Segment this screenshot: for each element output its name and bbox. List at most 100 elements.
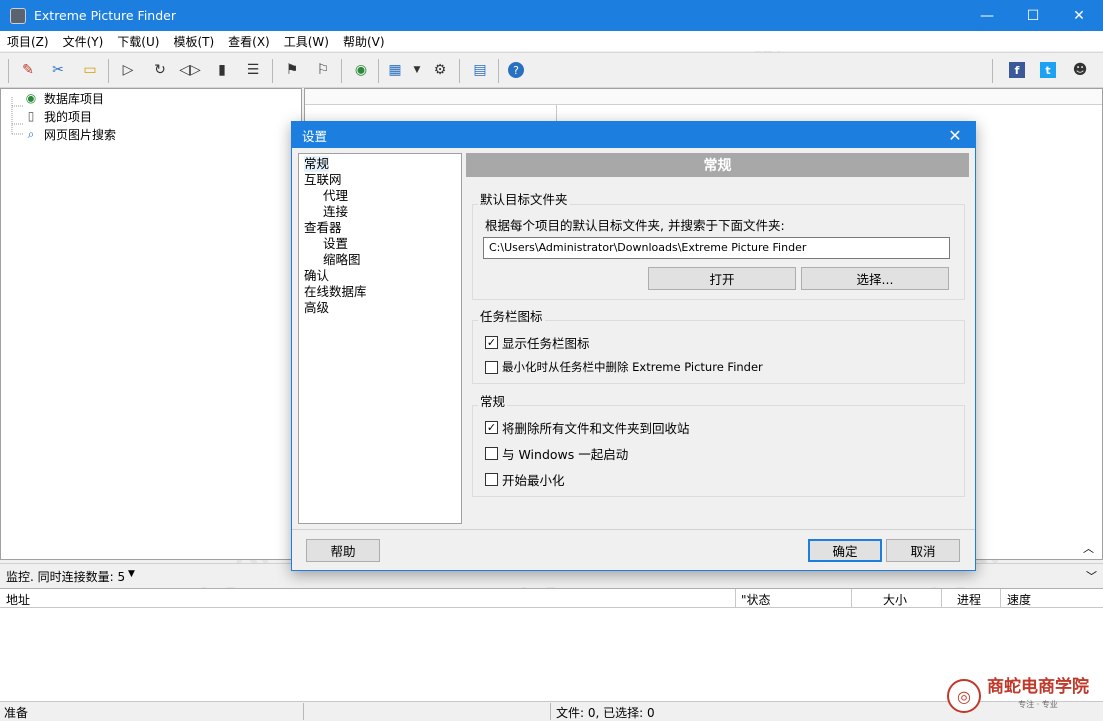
- tree-item-label: 网页图片搜索: [44, 127, 117, 142]
- logo-icon: ◎: [947, 679, 981, 713]
- status-separator: [303, 703, 304, 720]
- tree-item-web-search[interactable]: ⌕ 网页图片搜索: [23, 125, 116, 143]
- folder-description: 根据每个项目的默认目标文件夹, 并搜索于下面文件夹:: [485, 218, 785, 233]
- title-bar: Extreme Picture Finder — ☐ ✕: [0, 0, 1103, 31]
- checkbox-unchecked-icon: [485, 447, 498, 460]
- toolbar-separator: [498, 59, 499, 83]
- gear-icon[interactable]: ⚙: [430, 60, 450, 80]
- ok-button[interactable]: 确定: [808, 539, 882, 562]
- nav-thumbnails[interactable]: 缩略图: [323, 252, 361, 268]
- nav-viewer-settings[interactable]: 设置: [323, 236, 348, 252]
- menu-view[interactable]: 查看(X): [221, 33, 277, 50]
- users-icon[interactable]: ☻: [1070, 60, 1090, 80]
- dropdown-icon[interactable]: ▼: [128, 569, 135, 579]
- menu-download[interactable]: 下载(U): [110, 33, 166, 50]
- app-icon: [10, 7, 26, 24]
- tree-item-label: 我的项目: [44, 109, 93, 124]
- status-text: 准备: [4, 706, 29, 720]
- help-icon[interactable]: ?: [508, 62, 524, 78]
- nav-viewer[interactable]: 查看器: [304, 220, 342, 236]
- stop-icon[interactable]: ▮: [212, 60, 232, 80]
- play-icon[interactable]: ▷: [118, 60, 138, 80]
- column-progress[interactable]: 进程: [957, 591, 981, 608]
- column-separator[interactable]: [941, 589, 942, 609]
- flag-alt-icon[interactable]: ⚐: [313, 60, 333, 80]
- tree-item-label: 数据库项目: [44, 91, 105, 106]
- globe-icon: ◉: [25, 91, 37, 105]
- toolbar-separator: [378, 59, 379, 83]
- chevron-down-icon[interactable]: ﹀: [1086, 568, 1097, 584]
- tree-item-database[interactable]: ◉ 数据库项目: [23, 89, 104, 107]
- toolbar-separator: [108, 59, 109, 83]
- folder-path-input[interactable]: C:\Users\Administrator\Downloads\Extreme…: [483, 237, 950, 259]
- column-separator[interactable]: [1000, 589, 1001, 609]
- dropdown-icon[interactable]: ▼: [407, 60, 427, 80]
- menu-template[interactable]: 模板(T): [166, 33, 221, 50]
- facebook-icon[interactable]: f: [1009, 62, 1025, 78]
- settings-nav: 常规 互联网 代理 连接 查看器 设置 缩略图 确认 在线数据库 高级: [298, 153, 462, 524]
- menu-project[interactable]: 项目(Z): [0, 33, 56, 50]
- menu-help[interactable]: 帮助(V): [336, 33, 392, 50]
- window-title: Extreme Picture Finder: [34, 8, 176, 23]
- monitor-label[interactable]: 监控. 同时连接数量: 5: [6, 568, 125, 585]
- flag-icon[interactable]: ⚑: [282, 60, 302, 80]
- remove-from-taskbar-checkbox[interactable]: 最小化时从任务栏中删除 Extreme Picture Finder: [485, 359, 763, 375]
- close-button[interactable]: ✕: [1056, 0, 1102, 31]
- nav-online-db[interactable]: 在线数据库: [304, 284, 367, 300]
- toolbar-separator: [992, 59, 993, 83]
- nav-proxy[interactable]: 代理: [323, 188, 348, 204]
- close-icon[interactable]: ✕: [943, 123, 967, 147]
- nav-internet[interactable]: 互联网: [304, 172, 342, 188]
- nav-connection[interactable]: 连接: [323, 204, 348, 220]
- comment-icon[interactable]: ▭: [80, 60, 100, 80]
- dialog-separator: [292, 529, 975, 530]
- toolbar: ✎ ✂ ▭ ▷ ↻ ◁▷ ▮ ☰ ⚑ ⚐ ◉ ▦ ▼ ⚙ ▤ ? f t ☻: [0, 52, 1103, 88]
- tree-item-my-projects[interactable]: ▯ 我的项目: [23, 107, 92, 125]
- start-with-windows-checkbox[interactable]: 与 Windows 一起启动: [485, 444, 628, 463]
- list-icon[interactable]: ▤: [470, 60, 490, 80]
- download-grid-header: 地址 "状态 大小 进程 速度: [0, 588, 1103, 609]
- column-address[interactable]: 地址: [6, 591, 30, 608]
- grid-icon[interactable]: ▦: [385, 60, 405, 80]
- search-icon: ⌕: [27, 126, 35, 141]
- dialog-title: 设置: [302, 129, 328, 144]
- tools-icon[interactable]: ✂: [48, 60, 68, 80]
- open-button[interactable]: 打开: [648, 267, 796, 290]
- nav-general[interactable]: 常规: [304, 156, 330, 172]
- toolbar-separator: [459, 59, 460, 83]
- show-taskbar-icon-checkbox[interactable]: ✓ 显示任务栏图标: [485, 333, 590, 352]
- nav-advanced[interactable]: 高级: [304, 300, 329, 316]
- refresh-icon[interactable]: ↻: [150, 60, 170, 80]
- nav-confirm[interactable]: 确认: [304, 268, 329, 284]
- choose-button[interactable]: 选择...: [801, 267, 949, 290]
- column-separator[interactable]: [851, 589, 852, 609]
- download-grid[interactable]: [0, 608, 1103, 701]
- queue-icon[interactable]: ☰: [243, 60, 263, 80]
- logo-text: 商蛇电商学院 专注 · 专业: [987, 677, 1089, 709]
- status-bar: 准备 文件: 0, 已选择: 0: [0, 701, 1103, 720]
- menu-file[interactable]: 文件(Y): [56, 33, 111, 50]
- menu-tools[interactable]: 工具(W): [277, 33, 336, 50]
- column-speed[interactable]: 速度: [1007, 591, 1031, 608]
- column-size[interactable]: 大小: [883, 591, 907, 608]
- column-status[interactable]: "状态: [741, 591, 771, 608]
- play-pause-icon[interactable]: ◁▷: [179, 60, 201, 80]
- help-button[interactable]: 帮助: [306, 539, 380, 562]
- pencil-icon[interactable]: ✎: [18, 60, 38, 80]
- status-separator: [550, 703, 551, 720]
- minimize-button[interactable]: —: [964, 0, 1010, 31]
- section-header: 常规: [466, 153, 969, 177]
- checkbox-unchecked-icon: [485, 473, 498, 486]
- dialog-title-bar: 设置 ✕: [292, 122, 975, 148]
- group-label: 任务栏图标: [478, 306, 545, 325]
- start-minimized-checkbox[interactable]: 开始最小化: [485, 470, 565, 489]
- recycle-bin-checkbox[interactable]: ✓ 将删除所有文件和文件夹到回收站: [485, 418, 690, 437]
- toolbar-separator: [341, 59, 342, 83]
- column-separator[interactable]: [735, 589, 736, 609]
- globe-icon[interactable]: ◉: [351, 60, 371, 80]
- chevron-up-icon[interactable]: ︿: [1083, 540, 1094, 556]
- toolbar-separator: [272, 59, 273, 83]
- twitter-icon[interactable]: t: [1040, 62, 1056, 78]
- maximize-button[interactable]: ☐: [1010, 0, 1056, 31]
- cancel-button[interactable]: 取消: [886, 539, 960, 562]
